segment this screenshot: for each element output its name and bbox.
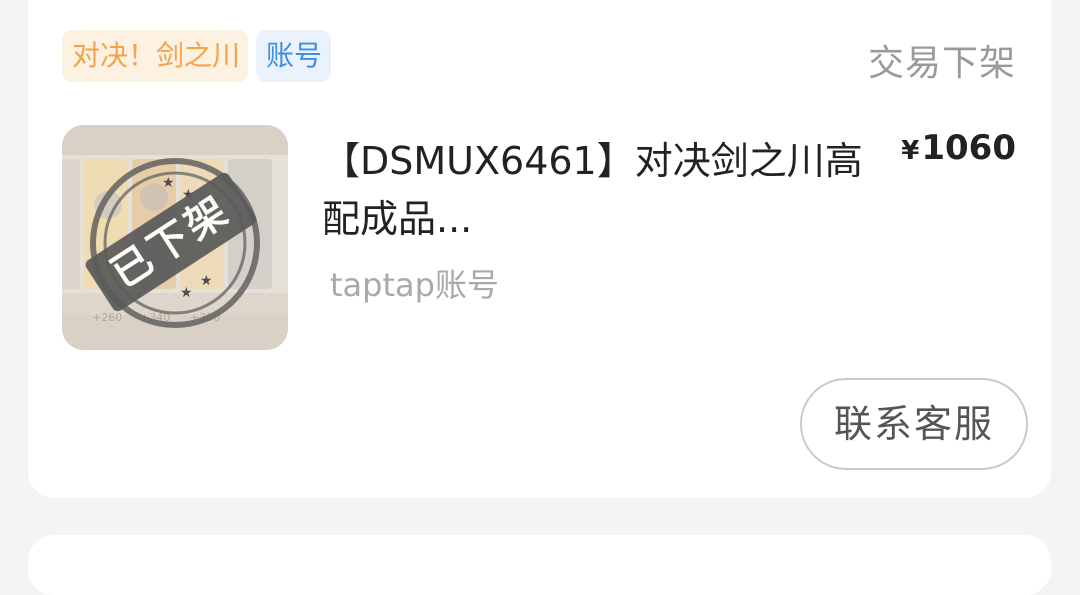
svg-text:★: ★ (200, 273, 213, 289)
game-tag: 对决！剑之川 (62, 30, 248, 82)
contact-service-button[interactable]: 联系客服 (800, 378, 1028, 470)
account-type-tag: 账号 (256, 30, 331, 82)
product-price: ¥1060 (901, 128, 1016, 168)
trade-status: 交易下架 (867, 43, 1016, 84)
account-source: taptap账号 (330, 266, 499, 304)
next-order-card[interactable] (28, 535, 1051, 595)
price-currency: ¥ (901, 136, 920, 166)
price-amount: 1060 (921, 128, 1016, 168)
product-title[interactable]: 【DSMUX6461】对决剑之川高配成品... (322, 132, 882, 248)
svg-text:★: ★ (180, 285, 193, 301)
svg-text:★: ★ (162, 175, 175, 191)
